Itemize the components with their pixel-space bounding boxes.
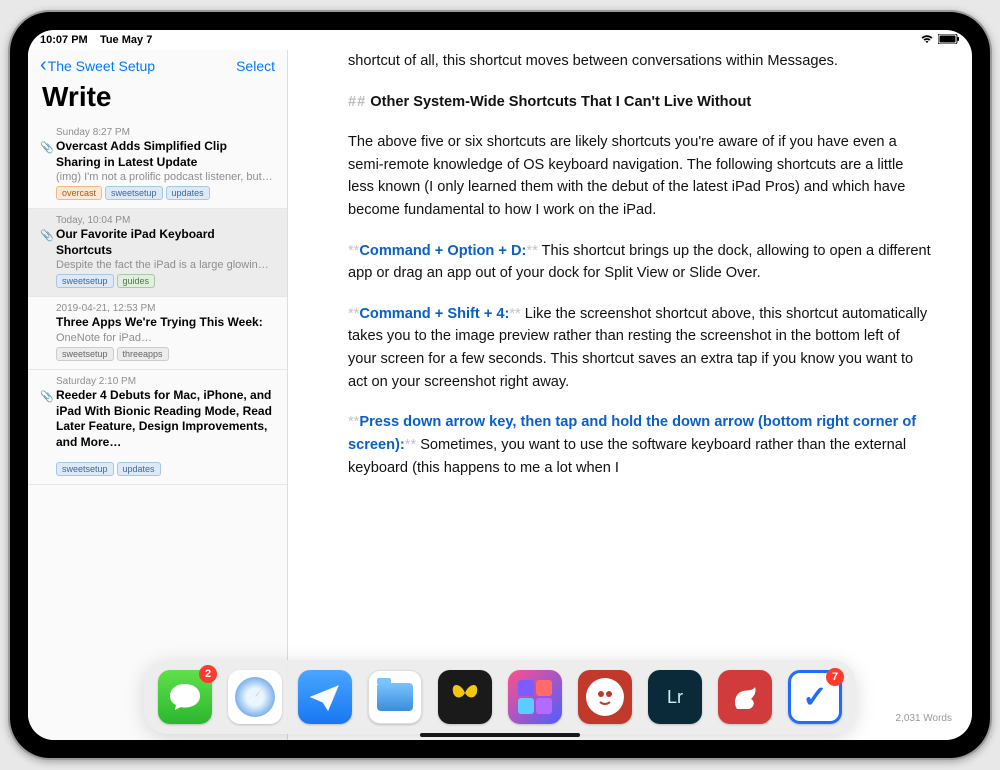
sidebar-title: Write [28, 81, 287, 121]
markdown-stars: ** [405, 437, 416, 453]
note-preview: (img) I'm not a prolific podcast listene… [56, 171, 273, 183]
drafts-app[interactable] [438, 670, 492, 724]
editor-heading: Other System-Wide Shortcuts That I Can't… [370, 94, 751, 110]
note-list[interactable]: 📎Sunday 8:27 PMOvercast Adds Simplified … [28, 121, 287, 740]
attachment-icon: 📎 [40, 141, 54, 154]
safari-app[interactable] [228, 670, 282, 724]
shortcuts-app[interactable] [508, 670, 562, 724]
note-item[interactable]: 📎Today, 10:04 PMOur Favorite iPad Keyboa… [28, 209, 287, 297]
status-time: 10:07 PM [40, 34, 88, 46]
app-body: ‹ The Sweet Setup Select Write 📎Sunday 8… [28, 50, 972, 740]
home-indicator[interactable] [420, 733, 580, 737]
editor-paragraph: **Press down arrow key, then tap and hol… [348, 411, 932, 479]
note-tags: sweetsetupthreeapps [56, 347, 273, 361]
note-tag: updates [117, 462, 161, 476]
markdown-stars: ** [348, 414, 359, 430]
mail-app[interactable] [298, 670, 352, 724]
status-date: Tue May 7 [100, 34, 152, 46]
note-date: Sunday 8:27 PM [56, 127, 273, 138]
bear-icon [727, 679, 763, 715]
folder-icon [377, 683, 413, 711]
back-button[interactable]: ‹ The Sweet Setup [40, 54, 155, 77]
shortcuts-icon [518, 680, 552, 714]
shortcut-desc: Sometimes, you want to use the software … [348, 437, 906, 476]
markdown-stars: ** [348, 243, 359, 259]
chevron-left-icon: ‹ [40, 54, 47, 77]
lightroom-app[interactable]: Lr [648, 670, 702, 724]
attachment-icon: 📎 [40, 390, 54, 403]
battery-icon [938, 34, 960, 47]
note-item[interactable]: 📎Sunday 8:27 PMOvercast Adds Simplified … [28, 121, 287, 209]
note-date: Today, 10:04 PM [56, 215, 273, 226]
note-preview: OneNote for iPad… [56, 332, 273, 344]
select-button[interactable]: Select [236, 58, 275, 74]
checkmark-icon: ✓ [802, 680, 827, 715]
note-tag: threeapps [117, 347, 169, 361]
note-title: Our Favorite iPad Keyboard Shortcuts [56, 227, 273, 258]
shortcut-name: Command + Shift + 4: [359, 306, 509, 322]
note-tags: sweetsetupguides [56, 274, 273, 288]
face-icon [586, 678, 624, 716]
editor-paragraph: shortcut of all, this shortcut moves bet… [348, 50, 932, 73]
note-title: Reeder 4 Debuts for Mac, iPhone, and iPa… [56, 388, 273, 450]
status-right [920, 34, 960, 47]
messages-app[interactable]: 2 [158, 670, 212, 724]
editor-paragraph: **Command + Option + D:** This shortcut … [348, 240, 932, 285]
note-date: 2019-04-21, 12:53 PM [56, 303, 273, 314]
note-tags: overcastsweetsetupupdates [56, 186, 273, 200]
status-bar: 10:07 PM Tue May 7 [28, 30, 972, 50]
badge: 7 [826, 668, 844, 686]
markdown-stars: ** [509, 306, 520, 322]
note-tag: sweetsetup [56, 347, 114, 361]
note-title: Three Apps We're Trying This Week: [56, 315, 273, 331]
screen: 10:07 PM Tue May 7 ‹ The Sweet Setup [28, 30, 972, 740]
note-tag: updates [166, 186, 210, 200]
editor-paragraph: **Command + Shift + 4:** Like the screen… [348, 303, 932, 393]
note-tag: sweetsetup [56, 462, 114, 476]
reader-app[interactable] [578, 670, 632, 724]
shortcut-name: Command + Option + D: [359, 243, 526, 259]
note-tag: sweetsetup [56, 274, 114, 288]
butterfly-icon [447, 678, 483, 716]
compass-icon [235, 677, 275, 717]
markdown-hashes: ## [348, 94, 366, 110]
note-tag: sweetsetup [105, 186, 163, 200]
back-label: The Sweet Setup [48, 58, 155, 74]
sidebar-header: ‹ The Sweet Setup Select [28, 50, 287, 81]
speech-bubble-icon [168, 682, 202, 712]
word-count: 2,031 Words [895, 711, 952, 727]
editor-pane[interactable]: shortcut of all, this shortcut moves bet… [288, 50, 972, 740]
files-app[interactable] [368, 670, 422, 724]
badge: 2 [199, 665, 217, 683]
bear-app[interactable] [718, 670, 772, 724]
note-tags: sweetsetupupdates [56, 462, 273, 476]
note-date: Saturday 2:10 PM [56, 376, 273, 387]
note-preview: Despite the fact the iPad is a large glo… [56, 259, 273, 271]
lightroom-icon: Lr [667, 687, 683, 708]
attachment-icon: 📎 [40, 229, 54, 242]
dock: 2 Lr ✓7 [144, 660, 856, 734]
ipad-device-frame: 10:07 PM Tue May 7 ‹ The Sweet Setup [8, 10, 992, 760]
note-item[interactable]: 📎Saturday 2:10 PMReeder 4 Debuts for Mac… [28, 370, 287, 485]
note-title: Overcast Adds Simplified Clip Sharing in… [56, 139, 273, 170]
note-item[interactable]: 2019-04-21, 12:53 PMThree Apps We're Try… [28, 297, 287, 370]
status-left: 10:07 PM Tue May 7 [40, 34, 152, 46]
note-tag: overcast [56, 186, 102, 200]
note-tag: guides [117, 274, 156, 288]
markdown-stars: ** [348, 306, 359, 322]
things-app[interactable]: ✓7 [788, 670, 842, 724]
sidebar: ‹ The Sweet Setup Select Write 📎Sunday 8… [28, 50, 288, 740]
paper-plane-icon [308, 682, 342, 712]
editor-heading-line: ##Other System-Wide Shortcuts That I Can… [348, 91, 932, 114]
editor-paragraph: The above five or six shortcuts are like… [348, 131, 932, 221]
markdown-stars: ** [526, 243, 537, 259]
wifi-icon [920, 34, 934, 47]
